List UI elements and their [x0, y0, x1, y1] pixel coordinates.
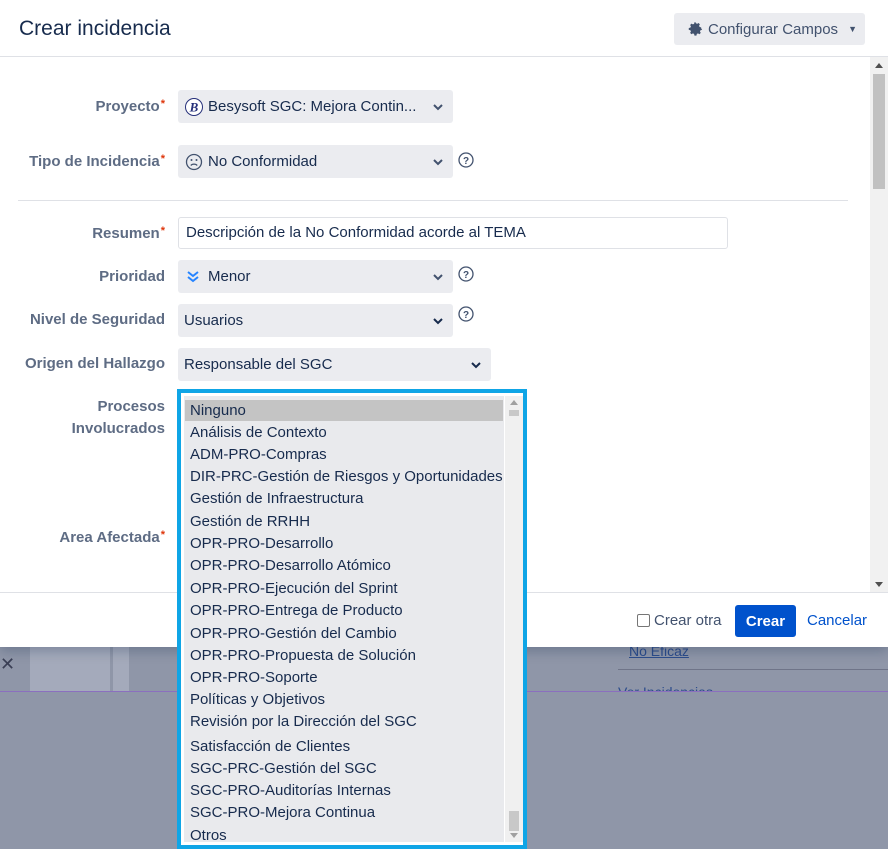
- prioridad-value: Menor: [208, 268, 251, 285]
- procesos-option[interactable]: Otros: [188, 825, 227, 846]
- caret-down-icon: ▼: [848, 24, 857, 34]
- chevron-down-icon: [433, 103, 443, 110]
- dialog-scrollbar[interactable]: [870, 57, 888, 592]
- resumen-label: Resumen*: [92, 225, 165, 242]
- seguridad-select[interactable]: Usuarios: [178, 304, 453, 337]
- configure-fields-label: Configurar Campos: [708, 20, 839, 38]
- listbox-scrollbar-thumb[interactable]: [509, 410, 519, 416]
- procesos-option[interactable]: Gestión de RRHH: [188, 511, 310, 532]
- prioridad-label: Prioridad: [99, 268, 165, 285]
- area-label: Area Afectada*: [59, 529, 165, 546]
- seguridad-value: Usuarios: [184, 312, 244, 329]
- procesos-option[interactable]: Gestión de Infraestructura: [188, 488, 363, 509]
- origen-select[interactable]: Responsable del SGC: [178, 348, 491, 381]
- procesos-options: Ninguno Análisis de Contexto ADM-PRO-Compr…: [184, 396, 504, 844]
- svg-text:?: ?: [463, 270, 469, 281]
- help-icon[interactable]: ?: [458, 266, 474, 282]
- procesos-option[interactable]: SGC-PRO-Auditorías Internas: [188, 780, 391, 801]
- create-button[interactable]: Crear: [735, 605, 796, 637]
- proyecto-value: Besysoft SGC: Mejora Contin...: [208, 98, 417, 115]
- dialog-title: Crear incidencia: [19, 17, 171, 40]
- procesos-listbox[interactable]: Ninguno Análisis de Contexto ADM-PRO-Compr…: [177, 389, 527, 849]
- proyecto-select[interactable]: B Besysoft SGC: Mejora Contin...: [178, 90, 453, 123]
- procesos-option[interactable]: OPR-PRO-Ejecución del Sprint: [188, 578, 398, 599]
- listbox-scrollbar[interactable]: [505, 396, 523, 842]
- procesos-option[interactable]: Ninguno: [185, 400, 503, 421]
- procesos-label: Procesos Involucrados: [0, 396, 165, 440]
- procesos-option[interactable]: OPR-PRO-Entrega de Producto: [188, 600, 403, 621]
- procesos-option[interactable]: Políticas y Objetivos: [188, 689, 325, 710]
- procesos-label-line1: Procesos: [97, 398, 165, 415]
- tipo-label: Tipo de Incidencia*: [29, 153, 165, 170]
- create-another-checkbox[interactable]: [637, 614, 650, 627]
- sad-face-icon: [185, 153, 203, 170]
- section-divider: [18, 200, 848, 201]
- cancel-button[interactable]: Cancelar: [807, 612, 867, 629]
- procesos-option[interactable]: Análisis de Contexto: [188, 422, 327, 443]
- background-divider: [618, 669, 888, 670]
- origen-value: Responsable del SGC: [184, 356, 333, 373]
- svg-text:?: ?: [463, 156, 469, 167]
- procesos-option[interactable]: SGC-PRO-Mejora Continua: [188, 802, 375, 823]
- procesos-option[interactable]: OPR-PRO-Gestión del Cambio: [188, 623, 397, 644]
- project-avatar-icon: B: [185, 97, 203, 116]
- procesos-option[interactable]: Revisión por la Dirección del SGC: [188, 711, 417, 732]
- create-another-label: Crear otra: [654, 612, 722, 629]
- origen-label: Origen del Hallazgo: [24, 355, 165, 372]
- listbox-scrollbar-thumb-end[interactable]: [509, 811, 519, 831]
- procesos-option[interactable]: ADM-PRO-Compras: [188, 444, 327, 465]
- background-panel: [30, 647, 110, 691]
- scroll-up-icon[interactable]: [875, 63, 883, 68]
- priority-low-icon: [187, 270, 199, 282]
- seguridad-label: Nivel de Seguridad: [29, 311, 165, 328]
- scroll-down-icon[interactable]: [510, 833, 518, 838]
- procesos-option[interactable]: DIR-PRC-Gestión de Riesgos y Oportunidad…: [188, 466, 503, 487]
- resumen-input[interactable]: Descripción de la No Conformidad acorde …: [178, 217, 728, 249]
- create-another-option[interactable]: Crear otra: [637, 612, 722, 629]
- prioridad-select[interactable]: Menor: [178, 260, 453, 293]
- chevron-down-icon: [433, 273, 443, 280]
- scroll-down-icon[interactable]: [875, 582, 883, 587]
- procesos-option[interactable]: OPR-PRO-Desarrollo: [188, 533, 333, 554]
- tipo-value: No Conformidad: [208, 153, 318, 170]
- svg-text:?: ?: [463, 310, 469, 321]
- procesos-option[interactable]: OPR-PRO-Soporte: [188, 667, 318, 688]
- proyecto-label: Proyecto*: [95, 98, 165, 115]
- configure-fields-button[interactable]: Configurar Campos ▼: [674, 13, 865, 45]
- help-icon[interactable]: ?: [458, 306, 474, 322]
- procesos-option[interactable]: OPR-PRO-Propuesta de Solución: [188, 645, 416, 666]
- dialog-header: Crear incidencia Configurar Campos ▼: [0, 0, 888, 57]
- chevron-down-icon: [433, 158, 443, 165]
- scrollbar-thumb[interactable]: [873, 74, 885, 189]
- tipo-select[interactable]: No Conformidad: [178, 145, 453, 178]
- background-panel: [113, 647, 129, 691]
- procesos-label-line2: Involucrados: [71, 420, 165, 437]
- background-close-icon: ✕: [0, 654, 16, 674]
- help-icon[interactable]: ?: [458, 152, 474, 168]
- svg-text:B: B: [189, 99, 199, 114]
- scroll-up-icon[interactable]: [510, 400, 518, 405]
- chevron-down-icon: [471, 361, 481, 368]
- chevron-down-icon: [433, 317, 443, 324]
- procesos-option[interactable]: Satisfacción de Clientes: [188, 736, 350, 757]
- procesos-option[interactable]: SGC-PRC-Gestión del SGC: [188, 758, 377, 779]
- procesos-option[interactable]: OPR-PRO-Desarrollo Atómico: [188, 555, 391, 576]
- gear-icon: [688, 22, 703, 36]
